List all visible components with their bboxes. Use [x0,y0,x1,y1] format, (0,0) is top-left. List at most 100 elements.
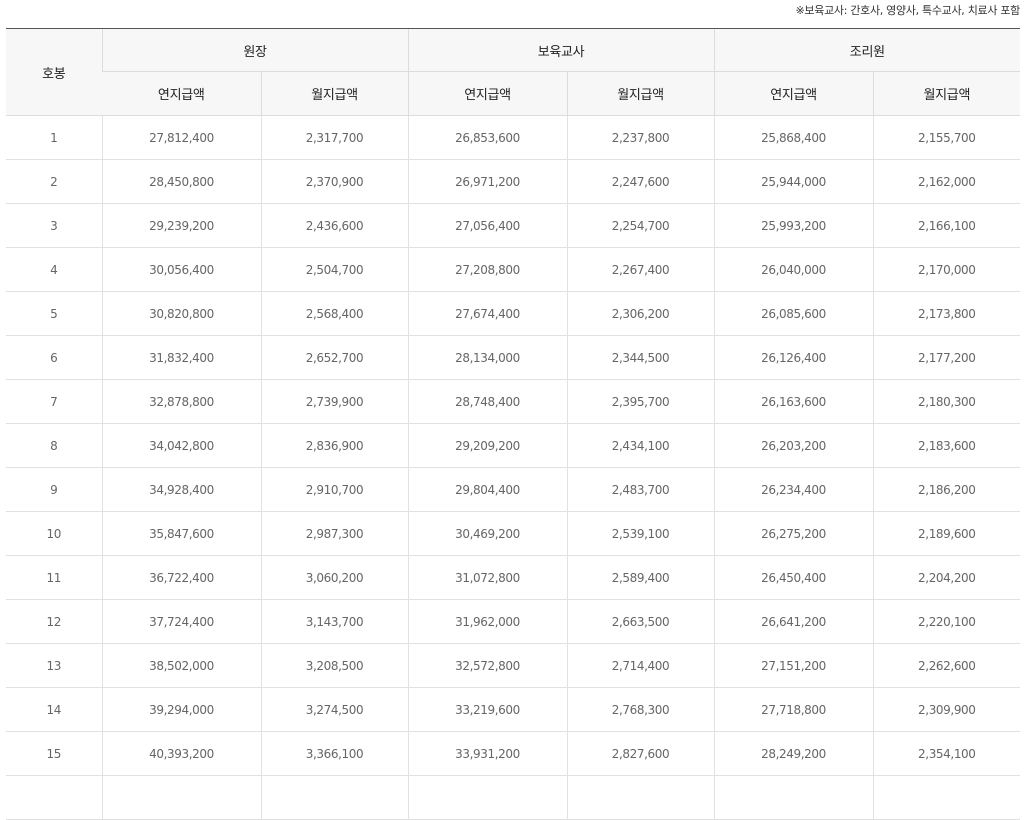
cell-cook-monthly: 2,177,200 [872,335,1021,380]
cell-cook-monthly: 2,173,800 [872,291,1021,336]
cell-grade: 7 [6,379,102,424]
cell-cook-monthly: 2,189,600 [872,511,1021,556]
table-row [6,775,1021,820]
cell-director-annual [101,775,261,820]
cell-teacher-monthly: 2,306,200 [566,291,715,336]
salary-table: 호봉 원장 보육교사 조리원 연지급액 월지급액 연지급액 월지급액 연지급액 … [6,28,1021,820]
table-body: 1 27,812,400 2,317,700 26,853,600 2,237,800 2… [6,115,1021,820]
cell-director-monthly: 3,060,200 [260,555,409,600]
cell-cook-monthly: 2,186,200 [872,467,1021,512]
cell-director-monthly: 2,652,700 [260,335,409,380]
cell-teacher-annual: 32,572,800 [407,643,568,688]
cell-director-annual: 29,239,200 [101,203,261,248]
cell-cook-monthly: 2,155,700 [872,115,1021,160]
cell-teacher-monthly: 2,768,300 [566,687,715,732]
cell-director-annual: 27,812,400 [101,115,261,160]
cell-grade: 2 [6,159,102,204]
cell-cook-monthly: 2,220,100 [872,599,1021,644]
cell-director-annual: 28,450,800 [101,159,261,204]
cell-teacher-annual: 31,072,800 [407,555,568,600]
cell-cook-annual: 25,868,400 [713,115,874,160]
cell-grade: 15 [6,731,102,776]
cell-cook-annual: 26,126,400 [713,335,874,380]
cell-cook-annual [713,775,874,820]
cell-cook-annual: 26,085,600 [713,291,874,336]
cell-teacher-monthly: 2,827,600 [566,731,715,776]
cell-teacher-annual: 33,931,200 [407,731,568,776]
table-row: 8 34,042,800 2,836,900 29,209,200 2,434,100 2… [6,423,1021,468]
cell-director-monthly: 3,274,500 [260,687,409,732]
cell-grade: 3 [6,203,102,248]
table-row: 1 27,812,400 2,317,700 26,853,600 2,237,800 2… [6,115,1021,160]
cell-grade: 8 [6,423,102,468]
cell-teacher-monthly: 2,254,700 [566,203,715,248]
table-row: 12 37,724,400 3,143,700 31,962,000 2,663,500… [6,599,1021,644]
cell-grade: 9 [6,467,102,512]
cell-cook-monthly: 2,162,000 [872,159,1021,204]
cell-cook-monthly: 2,166,100 [872,203,1021,248]
cell-director-annual: 38,502,000 [101,643,261,688]
cell-cook-monthly: 2,170,000 [872,247,1021,292]
salary-table-container: 호봉 원장 보육교사 조리원 연지급액 월지급액 연지급액 월지급액 연지급액 … [6,28,1021,820]
cell-cook-monthly: 2,183,600 [872,423,1021,468]
cell-teacher-annual: 29,804,400 [407,467,568,512]
table-row: 10 35,847,600 2,987,300 30,469,200 2,539,100… [6,511,1021,556]
cell-director-monthly: 2,910,700 [260,467,409,512]
cell-teacher-monthly: 2,714,400 [566,643,715,688]
cell-cook-annual: 25,944,000 [713,159,874,204]
cell-director-annual: 36,722,400 [101,555,261,600]
cell-teacher-monthly: 2,237,800 [566,115,715,160]
table-row: 13 38,502,000 3,208,500 32,572,800 2,714,400… [6,643,1021,688]
cell-cook-monthly: 2,180,300 [872,379,1021,424]
cell-cook-annual: 26,275,200 [713,511,874,556]
table-row: 5 30,820,800 2,568,400 27,674,400 2,306,200 2… [6,291,1021,336]
cell-cook-annual: 27,718,800 [713,687,874,732]
table-row: 14 39,294,000 3,274,500 33,219,600 2,768,300… [6,687,1021,732]
cell-cook-monthly: 2,204,200 [872,555,1021,600]
cell-teacher-monthly: 2,483,700 [566,467,715,512]
header-annual: 연지급액 [713,71,874,116]
cell-director-annual: 37,724,400 [101,599,261,644]
cell-director-annual: 30,056,400 [101,247,261,292]
cell-grade: 1 [6,115,102,160]
cell-teacher-monthly: 2,539,100 [566,511,715,556]
cell-teacher-monthly: 2,434,100 [566,423,715,468]
cell-teacher-monthly: 2,267,400 [566,247,715,292]
cell-director-annual: 39,294,000 [101,687,261,732]
cell-cook-annual: 26,450,400 [713,555,874,600]
cell-grade: 4 [6,247,102,292]
cell-teacher-annual: 29,209,200 [407,423,568,468]
cell-director-monthly: 2,739,900 [260,379,409,424]
cell-director-annual: 31,832,400 [101,335,261,380]
header-monthly: 월지급액 [566,71,715,116]
cell-grade [6,775,102,820]
cell-director-monthly: 2,370,900 [260,159,409,204]
cell-director-annual: 30,820,800 [101,291,261,336]
cell-director-monthly: 2,317,700 [260,115,409,160]
cell-teacher-annual: 28,134,000 [407,335,568,380]
cell-director-monthly: 2,987,300 [260,511,409,556]
cell-teacher-monthly: 2,589,400 [566,555,715,600]
cell-teacher-annual: 28,748,400 [407,379,568,424]
table-row: 7 32,878,800 2,739,900 28,748,400 2,395,700 2… [6,379,1021,424]
cell-director-monthly: 3,366,100 [260,731,409,776]
cell-teacher-monthly: 2,395,700 [566,379,715,424]
cell-cook-monthly: 2,262,600 [872,643,1021,688]
header-annual: 연지급액 [102,71,261,116]
cell-director-monthly: 3,143,700 [260,599,409,644]
table-row: 4 30,056,400 2,504,700 27,208,800 2,267,400 2… [6,247,1021,292]
cell-director-annual: 32,878,800 [101,379,261,424]
cell-grade: 13 [6,643,102,688]
footnote-note: ※보육교사: 간호사, 영양사, 특수교사, 치료사 포함 [795,4,1021,17]
table-row: 2 28,450,800 2,370,900 26,971,200 2,247,600 2… [6,159,1021,204]
cell-grade: 10 [6,511,102,556]
header-group-teacher: 보육교사 [407,28,715,72]
cell-teacher-annual: 31,962,000 [407,599,568,644]
cell-director-monthly: 2,836,900 [260,423,409,468]
table-row: 3 29,239,200 2,436,600 27,056,400 2,254,700 2… [6,203,1021,248]
cell-director-annual: 40,393,200 [101,731,261,776]
cell-cook-annual: 28,249,200 [713,731,874,776]
cell-teacher-annual: 26,971,200 [407,159,568,204]
cell-teacher-annual: 27,056,400 [407,203,568,248]
cell-director-monthly: 2,436,600 [260,203,409,248]
